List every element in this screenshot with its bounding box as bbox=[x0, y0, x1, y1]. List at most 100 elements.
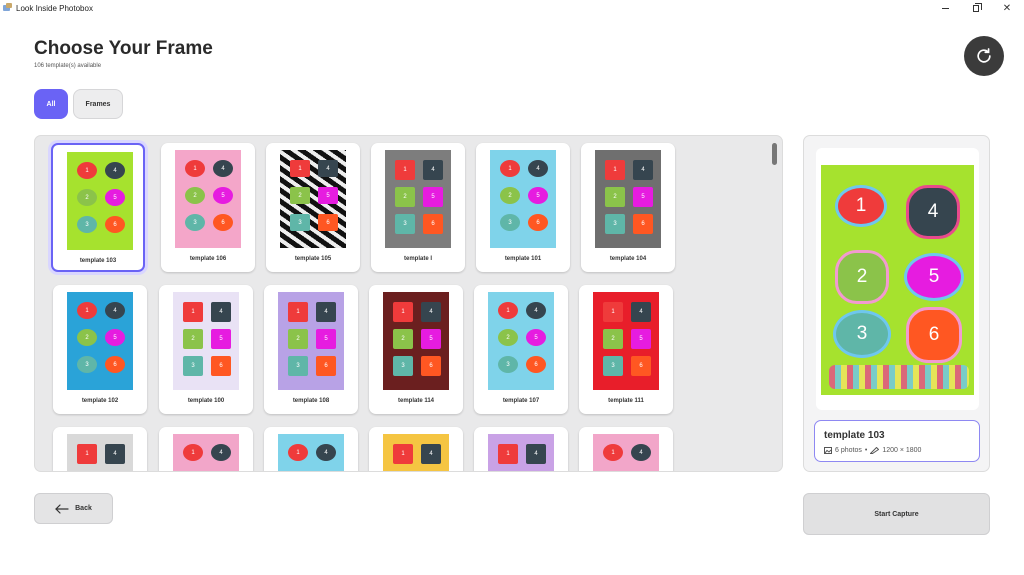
template-thumbnail: 142536 bbox=[385, 150, 451, 248]
template-photo-slot: 5 bbox=[318, 187, 338, 204]
template-photo-slot: 5 bbox=[526, 329, 546, 346]
template-photo-slot: 5 bbox=[105, 189, 125, 206]
template-card[interactable]: 1 4 2 5 3 6 template 108 bbox=[264, 285, 358, 414]
window-title: Look Inside Photobox bbox=[16, 3, 93, 13]
template-photo-slot: 3 bbox=[395, 214, 415, 234]
template-card[interactable]: 142536 bbox=[579, 427, 673, 472]
template-photo-slot: 3 bbox=[500, 214, 520, 231]
template-photo-slot: 2 bbox=[603, 329, 623, 349]
template-photo-slot: 1 bbox=[605, 160, 625, 180]
template-photo-slot: 1 bbox=[500, 160, 520, 177]
template-photo-slot: 4 bbox=[105, 302, 125, 319]
template-thumbnail: 142536 bbox=[488, 434, 554, 472]
template-card[interactable]: 1 4 2 5 3 6 template 104 bbox=[581, 143, 675, 272]
template-photo-slot: 3 bbox=[185, 214, 205, 231]
template-photo-slot: 5 bbox=[316, 471, 336, 472]
template-photo-slot: 5 bbox=[211, 329, 231, 349]
template-photo-slot: 2 bbox=[393, 329, 413, 349]
image-icon bbox=[824, 447, 832, 454]
preview-dimensions: 1200 × 1800 bbox=[882, 447, 922, 454]
template-photo-slot: 6 bbox=[528, 214, 548, 231]
refresh-icon bbox=[977, 48, 991, 63]
template-card[interactable]: 142536 bbox=[159, 427, 253, 471]
template-photo-slot: 1 bbox=[77, 302, 97, 319]
template-card[interactable]: 1 4 2 5 3 6 template 102 bbox=[53, 285, 147, 414]
template-thumbnail: 142536 bbox=[383, 292, 449, 390]
template-photo-slot: 5 bbox=[526, 471, 546, 472]
preview-slot-5: 5 bbox=[904, 253, 964, 301]
template-photo-slot: 1 bbox=[183, 302, 203, 322]
template-photo-slot: 1 bbox=[395, 160, 415, 180]
template-card[interactable]: 142536 bbox=[53, 427, 147, 472]
template-gallery[interactable]: 1 4 2 5 3 6 template 103 1 4 2 5 3 6 template 106 1 4 2 5… bbox=[34, 135, 783, 472]
template-photo-slot: 4 bbox=[423, 160, 443, 180]
page-title: Choose Your Frame bbox=[34, 38, 213, 59]
template-name: template 108 bbox=[292, 398, 330, 404]
template-photo-slot: 5 bbox=[423, 187, 443, 207]
template-photo-slot: 5 bbox=[421, 471, 441, 472]
template-card[interactable]: 1 4 2 5 3 6 template 106 bbox=[161, 143, 255, 272]
maximize-button[interactable] bbox=[961, 0, 991, 16]
template-card[interactable]: 142536 bbox=[474, 427, 568, 472]
template-photo-slot: 4 bbox=[105, 162, 125, 179]
template-thumbnail: 142536 bbox=[278, 434, 344, 472]
template-photo-slot: 4 bbox=[316, 444, 336, 461]
template-photo-slot: 4 bbox=[631, 302, 651, 322]
template-photo-slot: 5 bbox=[105, 471, 125, 472]
window-titlebar: Look Inside Photobox ✕ bbox=[0, 0, 1024, 16]
gallery-scrollbar[interactable] bbox=[772, 143, 777, 165]
template-photo-slot: 4 bbox=[211, 444, 231, 461]
template-photo-slot: 6 bbox=[316, 356, 336, 376]
template-photo-slot: 4 bbox=[528, 160, 548, 177]
preview-slot-4: 4 bbox=[906, 185, 960, 239]
template-card[interactable]: 1 4 2 5 3 6 template 111 bbox=[579, 285, 673, 414]
preview-decoration bbox=[829, 365, 969, 389]
template-photo-slot: 6 bbox=[526, 356, 546, 373]
template-photo-slot: 6 bbox=[211, 356, 231, 376]
template-photo-slot: 6 bbox=[213, 214, 233, 231]
template-card[interactable]: 1 4 2 5 3 6 template I bbox=[371, 143, 465, 272]
template-card[interactable]: 1 4 2 5 3 6 template 105 bbox=[266, 143, 360, 272]
template-photo-slot: 2 bbox=[498, 329, 518, 346]
template-photo-slot: 4 bbox=[105, 444, 125, 464]
template-name: template 111 bbox=[608, 398, 644, 404]
template-photo-slot: 4 bbox=[213, 160, 233, 177]
template-photo-slot: 2 bbox=[183, 329, 203, 349]
template-thumbnail: 142536 bbox=[175, 150, 241, 248]
template-card[interactable]: 142536 bbox=[369, 427, 463, 472]
template-photo-slot: 3 bbox=[77, 216, 97, 233]
template-photo-slot: 2 bbox=[288, 471, 308, 472]
template-photo-slot: 2 bbox=[77, 189, 97, 206]
template-card[interactable]: 1 4 2 5 3 6 template 114 bbox=[369, 285, 463, 414]
template-photo-slot: 5 bbox=[631, 471, 651, 472]
template-photo-slot: 6 bbox=[631, 356, 651, 376]
template-card[interactable]: 1 4 2 5 3 6 template 107 bbox=[474, 285, 568, 414]
filter-frames-button[interactable]: Frames bbox=[73, 89, 123, 119]
template-photo-slot: 5 bbox=[528, 187, 548, 204]
template-card[interactable]: 1 4 2 5 3 6 template 103 bbox=[51, 143, 145, 272]
template-photo-slot: 4 bbox=[421, 444, 441, 464]
template-photo-slot: 4 bbox=[526, 444, 546, 464]
template-card[interactable]: 1 4 2 5 3 6 template 100 bbox=[159, 285, 253, 414]
refresh-button[interactable] bbox=[964, 36, 1004, 76]
preview-image: 1 4 2 5 3 6 bbox=[821, 165, 974, 395]
template-photo-slot: 3 bbox=[603, 356, 623, 376]
preview-meta: 6 photos • 1200 × 1800 bbox=[824, 447, 921, 454]
minimize-button[interactable] bbox=[930, 0, 960, 16]
template-photo-slot: 3 bbox=[288, 356, 308, 376]
filter-all-button[interactable]: All bbox=[34, 89, 68, 119]
back-button[interactable]: Back bbox=[34, 493, 113, 524]
template-photo-slot: 2 bbox=[290, 187, 310, 204]
preview-template-name: template 103 bbox=[824, 430, 885, 441]
minimize-icon bbox=[941, 7, 949, 9]
template-photo-slot: 2 bbox=[395, 187, 415, 207]
close-button[interactable]: ✕ bbox=[992, 0, 1022, 16]
template-photo-slot: 1 bbox=[498, 444, 518, 464]
template-photo-slot: 6 bbox=[318, 214, 338, 231]
template-photo-slot: 3 bbox=[498, 356, 518, 373]
template-card[interactable]: 1 4 2 5 3 6 template 101 bbox=[476, 143, 570, 272]
template-photo-slot: 4 bbox=[631, 444, 651, 461]
template-thumbnail: 142536 bbox=[278, 292, 344, 390]
template-card[interactable]: 142536 bbox=[264, 427, 358, 472]
start-capture-button[interactable]: Start Capture bbox=[803, 493, 990, 535]
